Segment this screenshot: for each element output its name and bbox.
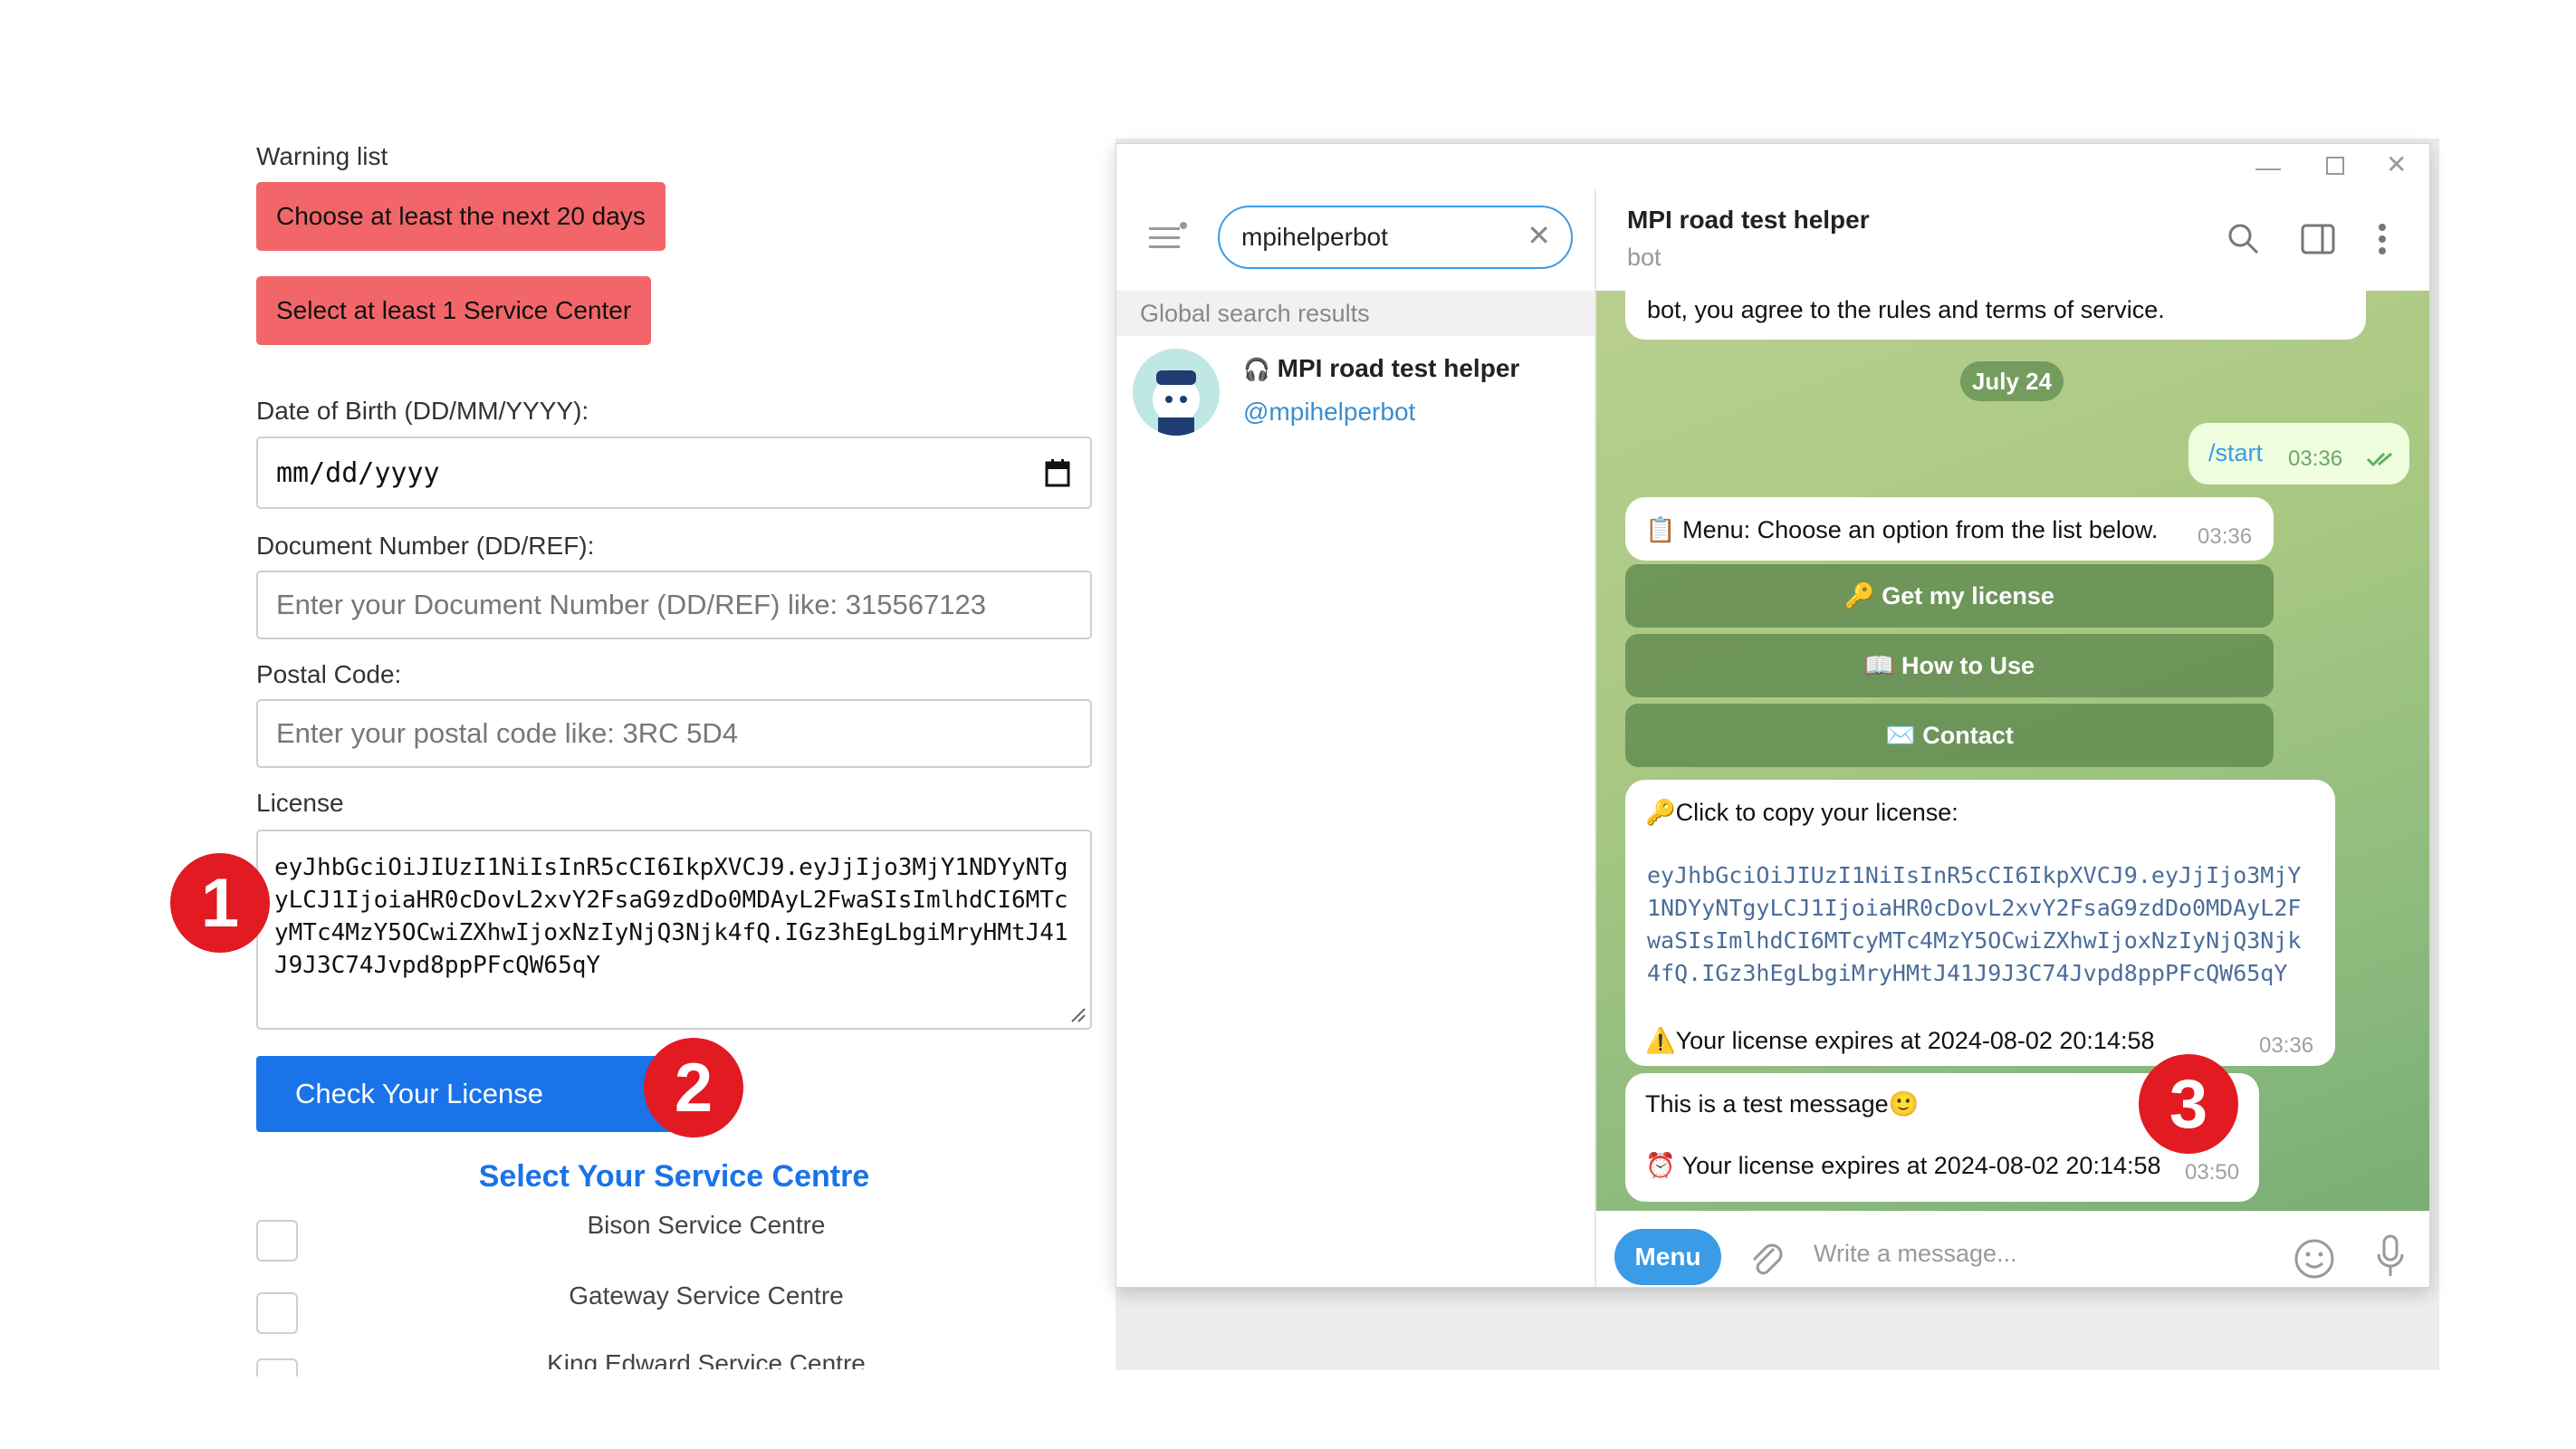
- chat-subtitle: bot: [1627, 244, 1661, 271]
- terms-message: bot, you agree to the rules and terms of…: [1625, 291, 2366, 340]
- emoji-icon[interactable]: [2294, 1238, 2335, 1280]
- hamburger-menu-icon[interactable]: [1149, 222, 1187, 253]
- license-time: 03:36: [2259, 1033, 2314, 1058]
- centre-label-king-edward: King Edward Service Centre: [547, 1349, 866, 1369]
- double-check-icon: [2366, 452, 2392, 467]
- attach-icon[interactable]: [1748, 1238, 1785, 1278]
- date-chip: July 24: [1960, 361, 2064, 401]
- calendar-icon[interactable]: [1045, 458, 1070, 494]
- message-input[interactable]: Write a message...: [1814, 1240, 2017, 1268]
- start-message: /start 03:36: [2188, 423, 2409, 485]
- result-name: MPI road test helper: [1277, 354, 1520, 382]
- select-service-centre-title: Select Your Service Centre: [478, 1159, 870, 1194]
- dob-label: Date of Birth (DD/MM/YYYY):: [256, 397, 589, 425]
- test-time: 03:50: [2185, 1160, 2240, 1185]
- license-code[interactable]: eyJhbGciOiJIUzI1NiIsInR5cCI6IkpXVCJ9.eyJ…: [1647, 859, 2308, 990]
- get-license-button[interactable]: 🔑 Get my license: [1625, 564, 2274, 628]
- result-handle: @mpihelperbot: [1243, 398, 1416, 426]
- menu-text: 📋 Menu: Choose an option from the list b…: [1645, 516, 2159, 543]
- license-message: 🔑Click to copy your license: eyJhbGciOiJ…: [1625, 780, 2335, 1066]
- annotation-badge-1: 1: [170, 853, 270, 953]
- document-number-input[interactable]: Enter your Document Number (DD/REF) like…: [256, 571, 1092, 639]
- chat-list-pane: mpihelperbot ✕ Global search results 🎧 M…: [1116, 189, 1596, 1287]
- centre-label-bison: Bison Service Centre: [587, 1211, 826, 1239]
- warning-service-center: Select at least 1 Service Center: [256, 276, 652, 345]
- postal-code-input[interactable]: Enter your postal code like: 3RC 5D4: [256, 699, 1092, 768]
- checkbox-king-edward[interactable]: [256, 1358, 298, 1377]
- minimize-icon[interactable]: —: [2255, 153, 2281, 182]
- more-options-icon[interactable]: [2377, 222, 2388, 256]
- test-expire-text: ⏰ Your license expires at 2024-08-02 20:…: [1645, 1152, 2161, 1179]
- contact-button[interactable]: ✉️ Contact: [1625, 704, 2274, 767]
- search-input[interactable]: mpihelperbot ✕: [1218, 206, 1573, 269]
- menu-message: 📋 Menu: Choose an option from the list b…: [1625, 497, 2274, 561]
- terms-text: bot, you agree to the rules and terms of…: [1647, 296, 2165, 323]
- bot-icon: 🎧: [1243, 358, 1270, 382]
- annotation-badge-2: 2: [644, 1038, 743, 1137]
- dob-placeholder: mm/dd/yyyy: [276, 456, 440, 489]
- maximize-icon[interactable]: [2326, 157, 2344, 175]
- chat-header: MPI road test helper bot: [1596, 189, 2429, 291]
- copy-license-text: 🔑Click to copy your license:: [1645, 799, 1958, 826]
- global-search-label: Global search results: [1116, 291, 1594, 336]
- test-text: This is a test message🙂: [1645, 1090, 1920, 1118]
- close-window-icon[interactable]: ✕: [2386, 149, 2407, 179]
- title-bar: — ✕: [1116, 144, 2429, 189]
- checkbox-bison[interactable]: [256, 1220, 298, 1262]
- chat-pane: MPI road test helper bot bot, you agree …: [1596, 189, 2429, 1287]
- chat-title: MPI road test helper: [1627, 206, 1870, 234]
- bot-avatar: [1133, 349, 1220, 436]
- search-value: mpihelperbot: [1241, 223, 1388, 251]
- document-label: Document Number (DD/REF):: [256, 532, 595, 560]
- license-textarea[interactable]: eyJhbGciOiJIUzI1NiIsInR5cCI6IkpXVCJ9.eyJ…: [256, 830, 1092, 1030]
- warning-list-title: Warning list: [256, 142, 388, 170]
- result-name-row: 🎧 MPI road test helper: [1243, 354, 1519, 383]
- message-composer: Menu Write a message...: [1596, 1211, 2429, 1287]
- menu-button[interactable]: Menu: [1614, 1229, 1721, 1285]
- annotation-badge-3: 3: [2139, 1054, 2238, 1154]
- check-license-button[interactable]: Check Your License: [256, 1056, 691, 1132]
- resize-handle-icon[interactable]: [1068, 1005, 1087, 1023]
- chat-messages-area: bot, you agree to the rules and terms of…: [1596, 291, 2429, 1211]
- checkbox-gateway[interactable]: [256, 1292, 298, 1334]
- menu-time: 03:36: [2198, 524, 2253, 549]
- clear-search-icon[interactable]: ✕: [1527, 218, 1551, 253]
- warning-next-20-days: Choose at least the next 20 days: [256, 182, 666, 251]
- search-icon[interactable]: [2226, 222, 2261, 256]
- centre-label-gateway: Gateway Service Centre: [569, 1281, 844, 1310]
- license-expire-text: ⚠️Your license expires at 2024-08-02 20:…: [1645, 1027, 2155, 1054]
- postal-label: Postal Code:: [256, 660, 402, 688]
- search-result-item[interactable]: 🎧 MPI road test helper @mpihelperbot: [1116, 336, 1594, 445]
- microphone-icon[interactable]: [2375, 1234, 2406, 1280]
- dob-input[interactable]: mm/dd/yyyy: [256, 437, 1092, 509]
- how-to-use-button[interactable]: 📖 How to Use: [1625, 634, 2274, 697]
- sidebar-toggle-icon[interactable]: [2301, 224, 2335, 254]
- start-time: 03:36: [2288, 446, 2343, 471]
- start-command[interactable]: /start: [2208, 439, 2263, 467]
- license-label: License: [256, 789, 344, 817]
- centre-label-king-edward-clip: King Edward Service Centre: [308, 1349, 1105, 1369]
